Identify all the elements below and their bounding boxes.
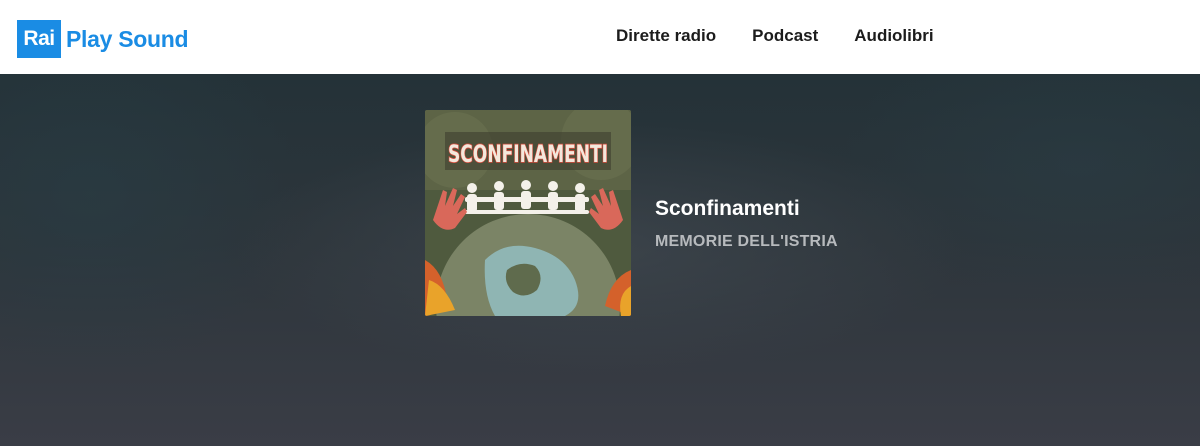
nav-podcast[interactable]: Podcast (752, 25, 818, 47)
top-bar: Rai Play Sound Dirette radio Podcast Aud… (0, 0, 1200, 74)
nav-dirette-radio[interactable]: Dirette radio (616, 25, 716, 47)
rai-logo-box: Rai (17, 20, 61, 58)
podcast-cover-art[interactable]: SCONFINAMENTI (425, 110, 631, 316)
raiplaysound-logo[interactable]: Rai Play Sound (17, 20, 189, 58)
podcast-hero: SCONFINAMENTI Sconfinamenti MEMORIE DELL… (0, 74, 1200, 446)
podcast-subtitle: MEMORIE DELL'ISTRIA (655, 233, 838, 250)
logo-text: Play Sound (66, 25, 189, 52)
podcast-title: Sconfinamenti (655, 197, 800, 220)
nav-audiolibri[interactable]: Audiolibri (854, 25, 933, 47)
main-nav: Dirette radio Podcast Audiolibri (616, 25, 934, 47)
cover-illustration: SCONFINAMENTI (425, 110, 631, 316)
cover-title-text: SCONFINAMENTI (448, 140, 608, 168)
